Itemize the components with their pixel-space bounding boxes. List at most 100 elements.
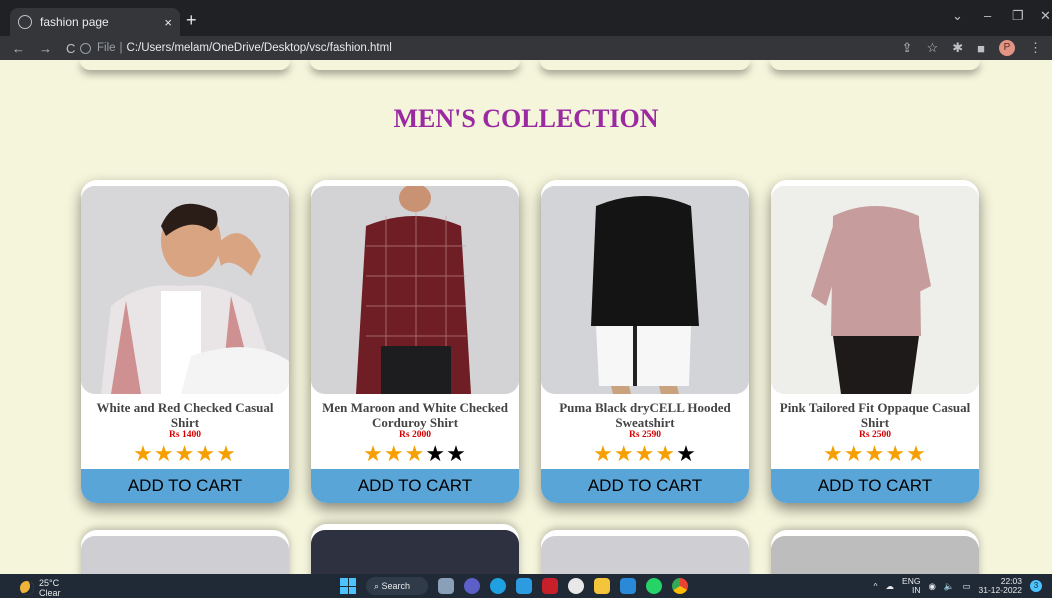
teams-chat-icon[interactable] bbox=[464, 578, 480, 594]
add-to-cart-button[interactable]: ADD TO CART bbox=[771, 469, 979, 503]
vscode-icon[interactable] bbox=[620, 578, 636, 594]
star-filled-icon: ★ bbox=[864, 441, 886, 466]
star-filled-icon: ★ bbox=[613, 441, 635, 466]
tab-search-icon[interactable]: ⌄ bbox=[952, 8, 963, 24]
info-icon[interactable] bbox=[80, 42, 91, 54]
url-separator: | bbox=[119, 42, 123, 54]
browser-tab[interactable]: fashion page × bbox=[10, 8, 180, 36]
battery-icon[interactable]: ▭ bbox=[962, 581, 970, 592]
volume-icon[interactable]: 🔈 bbox=[944, 581, 955, 592]
rating-stars: ★★★★★ bbox=[771, 442, 979, 466]
tray-overflow-icon[interactable]: ^ bbox=[874, 581, 878, 591]
product-image bbox=[771, 186, 979, 394]
profile-avatar[interactable]: P bbox=[999, 40, 1015, 56]
star-filled-icon: ★ bbox=[823, 441, 844, 466]
restore-icon[interactable]: ❐ bbox=[1012, 8, 1024, 24]
product-image bbox=[311, 186, 519, 394]
taskbar: 25°C Clear ⌕ Search ^ ☁ ENG IN ◉ 🔈 ▭ 22:… bbox=[0, 574, 1052, 598]
product-image bbox=[541, 536, 749, 574]
rating-stars: ★★★★★ bbox=[311, 442, 519, 466]
product-card: White and Red Checked Casual Shirt Rs 14… bbox=[81, 180, 289, 503]
product-image bbox=[311, 530, 519, 574]
wifi-icon[interactable]: ◉ bbox=[928, 581, 935, 592]
weather-temperature: 25°C bbox=[39, 578, 60, 588]
add-to-cart-button[interactable]: ADD TO CART bbox=[311, 469, 519, 503]
close-window-icon[interactable]: ✕ bbox=[1040, 8, 1051, 24]
star-filled-icon: ★ bbox=[593, 441, 614, 466]
url-scheme-label: File bbox=[97, 42, 116, 54]
clock-date[interactable]: 31-12-2022 bbox=[979, 586, 1022, 595]
previous-card-edge bbox=[310, 60, 520, 70]
back-icon[interactable]: ← bbox=[12, 41, 25, 56]
dell-icon[interactable] bbox=[568, 578, 584, 594]
tab-close-icon[interactable]: × bbox=[164, 15, 172, 30]
task-view-icon[interactable] bbox=[438, 578, 454, 594]
product-card-partial bbox=[81, 530, 289, 574]
share-icon[interactable]: ⇪ bbox=[902, 40, 913, 56]
star-filled-icon: ★ bbox=[153, 441, 175, 466]
section-title: MEN'S COLLECTION bbox=[393, 104, 659, 133]
cloud-icon[interactable]: ☁ bbox=[886, 581, 895, 592]
address-bar[interactable]: File | C:/Users/melam/OneDrive/Desktop/v… bbox=[80, 38, 910, 58]
star-filled-icon: ★ bbox=[404, 441, 426, 466]
whatsapp-icon[interactable] bbox=[646, 578, 662, 594]
weather-widget[interactable]: 25°C Clear bbox=[20, 578, 61, 598]
chrome-icon[interactable] bbox=[672, 578, 688, 594]
product-card-partial bbox=[541, 530, 749, 574]
product-name: Puma Black dryCELL Hooded Sweatshirt bbox=[559, 400, 731, 430]
product-name: Men Maroon and White Checked Corduroy Sh… bbox=[322, 400, 508, 430]
menu-icon[interactable]: ⋮ bbox=[1029, 40, 1042, 56]
url-text: C:/Users/melam/OneDrive/Desktop/vsc/fash… bbox=[126, 42, 392, 54]
star-empty-icon: ★ bbox=[676, 441, 697, 466]
add-to-cart-button[interactable]: ADD TO CART bbox=[541, 469, 749, 503]
windows-start-icon[interactable] bbox=[340, 578, 356, 594]
taskbar-search[interactable]: ⌕ Search bbox=[366, 577, 428, 595]
previous-card-edge bbox=[80, 60, 290, 70]
mcafee-icon[interactable] bbox=[542, 578, 558, 594]
tab-title: fashion page bbox=[40, 15, 109, 29]
product-card: Men Maroon and White Checked Corduroy Sh… bbox=[311, 180, 519, 503]
product-card-partial bbox=[311, 524, 519, 574]
browser-toolbar: ← → C File | C:/Users/melam/OneDrive/Des… bbox=[0, 36, 1052, 60]
star-filled-icon: ★ bbox=[383, 441, 405, 466]
add-to-cart-button[interactable]: ADD TO CART bbox=[81, 469, 289, 503]
store-icon[interactable] bbox=[516, 578, 532, 594]
browser-titlebar: fashion page × + ⌄ – ❐ ✕ bbox=[0, 0, 1052, 36]
file-explorer-icon[interactable] bbox=[594, 578, 610, 594]
star-filled-icon: ★ bbox=[885, 441, 907, 466]
star-filled-icon: ★ bbox=[174, 441, 196, 466]
new-tab-button[interactable]: + bbox=[186, 10, 197, 31]
star-filled-icon: ★ bbox=[906, 441, 927, 466]
product-name: Pink Tailored Fit Oppaque Casual Shirt bbox=[779, 400, 971, 430]
forward-icon[interactable]: → bbox=[39, 41, 52, 56]
product-card: Pink Tailored Fit Oppaque Casual Shirt R… bbox=[771, 180, 979, 503]
product-image bbox=[771, 536, 979, 574]
minimize-icon[interactable]: – bbox=[984, 8, 991, 23]
star-filled-icon: ★ bbox=[195, 441, 217, 466]
globe-icon bbox=[18, 15, 32, 29]
extensions-icon[interactable]: ✱ bbox=[952, 40, 963, 56]
product-image bbox=[81, 536, 289, 574]
search-label: Search bbox=[381, 581, 411, 591]
star-filled-icon: ★ bbox=[634, 441, 656, 466]
bookmark-star-icon[interactable]: ☆ bbox=[927, 40, 939, 56]
product-image bbox=[81, 186, 289, 394]
star-filled-icon: ★ bbox=[655, 441, 677, 466]
product-card: Puma Black dryCELL Hooded Sweatshirt Rs … bbox=[541, 180, 749, 503]
product-price: Rs 1400 bbox=[169, 430, 201, 440]
language-region[interactable]: IN bbox=[902, 586, 921, 595]
product-name: White and Red Checked Casual Shirt bbox=[96, 400, 274, 430]
star-empty-icon: ★ bbox=[425, 441, 447, 466]
rating-stars: ★★★★★ bbox=[81, 442, 289, 466]
edge-icon[interactable] bbox=[490, 578, 506, 594]
star-filled-icon: ★ bbox=[216, 441, 237, 466]
reload-icon[interactable]: C bbox=[66, 41, 75, 56]
previous-card-edge bbox=[770, 60, 980, 70]
product-price: Rs 2590 bbox=[629, 430, 661, 440]
star-filled-icon: ★ bbox=[133, 441, 154, 466]
product-price: Rs 2500 bbox=[859, 430, 891, 440]
notification-badge[interactable]: 3 bbox=[1030, 580, 1042, 592]
page-viewport: MEN'S COLLECTION White and Red Checked C… bbox=[0, 60, 1052, 574]
weather-condition: Clear bbox=[39, 588, 61, 598]
sidepanel-icon[interactable]: ■ bbox=[977, 41, 985, 56]
